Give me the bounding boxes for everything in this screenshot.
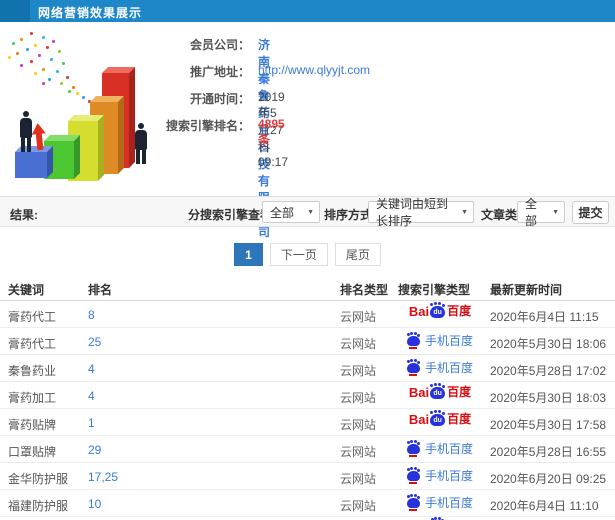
rank-count-value: 4895	[258, 117, 285, 131]
update-time: 2020年5月30日 18:06	[490, 337, 607, 351]
header-rank: 排名	[88, 283, 113, 297]
result-label: 结果:	[10, 208, 38, 222]
filter-bar: 结果: 分搜索引擎查看 全部 ▼ 排序方式 关键词由短到长排序 ▼ 文章类型 全…	[0, 196, 615, 228]
title-bar-corner	[0, 0, 30, 22]
update-time: 2020年6月4日 11:15	[490, 310, 599, 324]
update-time: 2020年5月30日 17:58	[490, 418, 607, 432]
last-page-button[interactable]: 尾页	[334, 243, 381, 266]
header-update-time: 最新更新时间	[490, 283, 563, 297]
header-rank-type: 排名类型	[340, 283, 389, 297]
keyword: 福建防护服	[8, 499, 69, 513]
update-time: 2020年6月20日 09:25	[490, 472, 607, 486]
rank-link[interactable]: 1	[88, 416, 95, 430]
page-title: 网络营销效果展示	[38, 6, 143, 20]
submit-button[interactable]: 提交	[572, 201, 609, 224]
company-label: 会员公司：	[189, 38, 250, 52]
rank-type: 云网站	[340, 310, 377, 324]
keyword: 膏药加工	[8, 391, 57, 405]
table-row: 秦鲁药业 4 云网站 手机百度 2020年5月28日 17:02	[0, 355, 615, 382]
baidu-mobile-logo: 手机百度	[406, 494, 473, 511]
baidu-paw-icon	[406, 359, 420, 376]
page-1-button[interactable]: 1	[234, 243, 263, 266]
baidu-mobile-logo: 手机百度	[406, 332, 473, 349]
update-time: 2020年5月28日 17:02	[490, 364, 607, 378]
rank-link[interactable]: 17,25	[88, 470, 118, 484]
rank-link[interactable]: 8	[88, 308, 95, 322]
rank-type: 云网站	[340, 418, 377, 432]
baidu-pc-logo: Bai du 百度	[408, 411, 472, 427]
update-time: 2020年5月28日 16:55	[490, 445, 607, 459]
rank-type: 云网站	[340, 445, 377, 459]
page: 网络营销效果展示 会员公司： 济南秦鲁药业科技有限公司 推广地址： http:/…	[0, 0, 615, 520]
rank-count-label: 搜索引擎排名：	[165, 119, 250, 133]
rank-type: 云网站	[340, 472, 377, 486]
pagination: 1 下一页 尾页	[0, 243, 615, 266]
baidu-paw-icon	[406, 440, 420, 457]
keyword: 秦鲁药业	[8, 364, 57, 378]
sort-select[interactable]: 关键词由短到长排序 ▼	[368, 197, 474, 228]
table-header: 关键词 排名 排名类型 搜索引擎类型 最新更新时间	[0, 274, 615, 301]
keyword: 口罩贴牌	[8, 445, 57, 459]
baidu-mobile-logo: 手机百度	[406, 359, 473, 376]
baidu-mobile-logo: 手机百度	[406, 440, 473, 457]
confetti-dots	[8, 32, 11, 35]
update-time: 2020年5月30日 18:03	[490, 391, 607, 405]
baidu-paw-icon	[406, 467, 420, 484]
header-engine-type: 搜索引擎类型	[398, 283, 471, 297]
update-time: 2020年6月4日 11:10	[490, 499, 599, 513]
table-row: 福建防护服 10 云网站 手机百度 2020年6月4日 11:10	[0, 490, 615, 517]
table-row: 金华防护服 17,25 云网站 手机百度 2020年6月20日 09:25	[0, 463, 615, 490]
table-row: 膏药加工 4 云网站 Bai du 百度 2020年5月30日 18:03	[0, 382, 615, 409]
promo-url-link[interactable]: http://www.qlyyjt.com	[258, 63, 370, 77]
baidu-mobile-logo: 手机百度	[406, 467, 473, 484]
chevron-down-icon: ▼	[552, 209, 559, 216]
rank-link[interactable]: 4	[88, 389, 95, 403]
businessman-figure-right	[133, 123, 149, 164]
next-page-button[interactable]: 下一页	[269, 243, 328, 266]
rank-link[interactable]: 4	[88, 362, 95, 376]
table-row: 膏药代工 8 云网站 Bai du 百度 2020年6月4日 11:15	[0, 301, 615, 328]
article-type-select-value: 全部	[525, 197, 538, 228]
businessman-figure-left	[18, 111, 34, 152]
baidu-paw-icon: du	[430, 384, 446, 399]
baidu-paw-icon: du	[430, 411, 446, 426]
baidu-pc-logo: Bai du 百度	[408, 384, 472, 400]
open-time-label: 开通时间：	[189, 92, 250, 106]
table-row: 膏药贴牌 1 云网站 Bai du 百度 2020年5月30日 17:58	[0, 409, 615, 436]
title-bar: 网络营销效果展示	[0, 0, 615, 22]
rank-type: 云网站	[340, 337, 377, 351]
chart-bar-blue	[15, 152, 47, 178]
rank-type: 云网站	[340, 391, 377, 405]
chevron-down-icon: ▼	[307, 209, 314, 216]
article-type-select[interactable]: 全部 ▼	[517, 197, 565, 228]
chevron-down-icon: ▼	[461, 209, 468, 216]
rank-type: 云网站	[340, 499, 377, 513]
table-row: 口罩贴牌 29 云网站 手机百度 2020年5月28日 16:55	[0, 436, 615, 463]
engine-select[interactable]: 全部 ▼	[262, 201, 320, 223]
sort-label: 排序方式	[324, 208, 373, 222]
rank-link[interactable]: 10	[88, 497, 101, 511]
keyword: 金华防护服	[8, 472, 69, 486]
engine-select-value: 全部	[270, 205, 295, 220]
baidu-paw-icon: du	[430, 303, 446, 318]
rank-type: 云网站	[340, 364, 377, 378]
table-row: 膏药代工 25 云网站 手机百度 2020年5月30日 18:06	[0, 328, 615, 355]
rank-link[interactable]: 29	[88, 443, 101, 457]
rank-link[interactable]: 25	[88, 335, 101, 349]
keyword: 膏药代工	[8, 337, 57, 351]
rank-count-unit: 条	[258, 133, 271, 147]
baidu-paw-icon	[406, 494, 420, 511]
baidu-paw-icon	[406, 332, 420, 349]
promo-url-label: 推广地址：	[189, 65, 250, 79]
engine-filter-label: 分搜索引擎查看	[188, 208, 273, 222]
sort-select-value: 关键词由短到长排序	[376, 197, 449, 228]
header-keyword: 关键词	[8, 283, 45, 297]
keyword: 膏药贴牌	[8, 418, 57, 432]
keyword: 膏药代工	[8, 310, 57, 324]
baidu-pc-logo: Bai du 百度	[408, 303, 472, 319]
